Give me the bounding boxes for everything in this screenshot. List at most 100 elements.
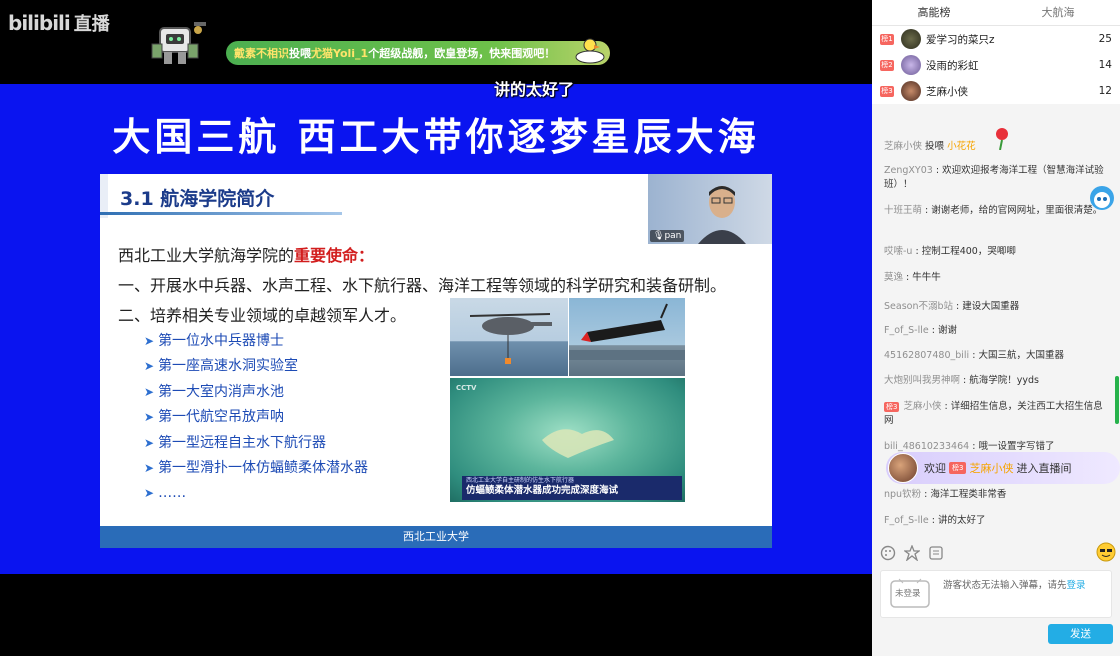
rank-badge: 榜3 (880, 85, 894, 97)
mascot-icon (1090, 186, 1114, 210)
chat-text: 牛牛牛 (912, 272, 941, 283)
chat-text: 哦一设置字写错了 (978, 441, 1055, 452)
chat-user[interactable]: ZengXY03 (884, 165, 933, 176)
chat-user[interactable]: 大炮别叫我男神啊 (884, 375, 960, 386)
chat-toolbar (872, 538, 1120, 568)
chat-user[interactable]: 莫逸 (884, 272, 903, 283)
list-item-text: 第一型滑扑一体仿蝠鲼柔体潜水器 (158, 459, 369, 476)
list-item-text: …… (158, 485, 187, 502)
side-panel: 高能榜 大航海 榜1 爱学习的菜只z 25 榜2 没雨的彩虹 14 榜3 芝麻小… (872, 0, 1120, 656)
chat-scrollbar[interactable] (1115, 376, 1119, 424)
chat-message: npu钦粉 : 海洋工程类非常香 (884, 489, 1007, 500)
chat-message: F_of_S-lle : 讲的太好了 (884, 515, 986, 526)
settings-list-icon[interactable] (926, 543, 946, 563)
chat-user[interactable]: npu钦粉 (884, 489, 921, 500)
live-room: bilibili 直播 戴素不相识 投喂 尤猫Yoli_1 个超级战舰，欧皇登场，快来围… (0, 0, 1120, 656)
chat-message: 大炮别叫我男神啊 : 航海学院！yyds (884, 375, 1039, 386)
emoji-icon[interactable] (1096, 542, 1116, 566)
list-item: ➤ 第一位水中兵器博士 (144, 329, 368, 354)
gift-text: 个超级战舰，欧皇登场，快来围观吧！ (368, 47, 556, 60)
tab-high-energy[interactable]: 高能榜 (872, 0, 996, 25)
slide-footer: 西北工业大学 (100, 526, 772, 548)
rank-name: 爱学习的菜只z (926, 33, 995, 46)
tv-logo: CCTV (456, 384, 477, 392)
list-item-text: 第一大室内消声水池 (158, 383, 285, 400)
chat-user[interactable]: 芝麻小侠 (884, 141, 922, 152)
chat-user[interactable]: 哎嗦-u (884, 246, 912, 257)
login-link[interactable]: 登录 (1067, 580, 1086, 591)
rank-name: 没雨的彩虹 (926, 59, 979, 72)
chat-text: 控制工程400，哭唧唧 (921, 246, 1016, 257)
rank-tabs: 高能榜 大航海 (872, 0, 1120, 26)
rank-row[interactable]: 榜2 没雨的彩虹 14 (872, 52, 1120, 78)
torpedo-icon (569, 303, 685, 360)
gift-name: 小花花 (947, 141, 976, 152)
chat-message: F_of_S-lle : 谢谢 (884, 325, 957, 336)
arrow-bullet-icon: ➤ (144, 410, 155, 425)
tab-guard[interactable]: 大航海 (996, 0, 1120, 25)
not-logged-in-badge[interactable]: 未登录 (885, 577, 935, 613)
arrow-bullet-icon: ➤ (144, 359, 155, 374)
rank-score: 12 (1098, 85, 1112, 97)
chat-text: 投喂 (925, 141, 945, 152)
chat-user[interactable]: F_of_S-lle (884, 515, 929, 526)
chat-text: 谢谢 (937, 325, 957, 336)
gift-banner-bar[interactable]: 戴素不相识 投喂 尤猫Yoli_1 个超级战舰，欧皇登场，快来围观吧！ (226, 38, 610, 65)
section-underline (100, 212, 342, 215)
chat-list[interactable]: 芝麻小侠 投喂 小花花 ZengXY03 : 欢迎欢迎报考海洋工程（智慧海洋试验… (872, 104, 1120, 538)
rank-list: 榜1 爱学习的菜只z 25 榜2 没雨的彩虹 14 榜3 芝麻小侠 12 (872, 26, 1120, 104)
news-headline: 仿蝠鲼柔体潜水器成功完成深度海试 (466, 485, 619, 496)
chat-user[interactable]: 十班王萌 (884, 205, 922, 216)
palette-icon[interactable] (878, 543, 898, 563)
send-button[interactable]: 发送 (1048, 624, 1113, 644)
arrow-bullet-icon: ➤ (144, 486, 155, 501)
gift-broadcast-banner: 戴素不相识 投喂 尤猫Yoli_1 个超级战舰，欧皇登场，快来围观吧！ (148, 14, 612, 68)
camera-name-tag: 🎙pan (650, 230, 685, 242)
avatar (901, 29, 921, 49)
welcome-user[interactable]: 芝麻小侠 (969, 460, 1013, 476)
rank-badge: 榜2 (880, 59, 894, 71)
chat-user[interactable]: bili_48610233464 (884, 441, 969, 452)
gift-effect-icon[interactable] (902, 543, 922, 563)
chat-message: 莫逸 : 牛牛牛 (884, 272, 941, 283)
arrow-bullet-icon: ➤ (144, 460, 155, 475)
rank-row[interactable]: 榜1 爱学习的菜只z 25 (872, 26, 1120, 52)
chat-text: 海洋工程类非常香 (930, 489, 1007, 500)
gift-target: 尤猫Yoli_1 (311, 47, 369, 60)
input-hint-text: 游客状态无法输入弹幕，请先 (943, 580, 1067, 591)
arrow-bullet-icon: ➤ (144, 334, 155, 348)
chat-user[interactable]: Season不溺b站 (884, 301, 953, 312)
list-item: ➤ 第一型滑扑一体仿蝠鲼柔体潜水器 (144, 456, 368, 481)
welcome-banner: 欢迎 榜3 芝麻小侠 进入直播间 (886, 452, 1120, 484)
chat-message: 芝麻小侠 投喂 小花花 (884, 128, 1106, 154)
rank-score: 25 (1098, 33, 1112, 45)
chat-message: ZengXY03 : 欢迎欢迎报考海洋工程（智慧海洋试验班）！ (884, 165, 1104, 190)
chat-user[interactable]: F_of_S-lle (884, 325, 929, 336)
helicopter-icon (469, 313, 552, 364)
chat-text: 大国三航，大国重器 (978, 350, 1064, 361)
helicopter-photo (450, 298, 568, 376)
chat-text: 建设大国重器 (962, 301, 1020, 312)
chat-user[interactable]: 芝麻小侠 (903, 401, 941, 412)
list-item: ➤ 第一大室内消声水池 (144, 380, 368, 405)
presenter-avatar (698, 186, 746, 244)
presenter-camera: 🎙pan (648, 174, 772, 244)
underwater-robot-photo: CCTV 西北工业大学自主研制的仿生水下航行器 仿蝠鲼柔体潜水器成功完成深度海试 (450, 378, 685, 502)
danmaku-input[interactable]: 未登录 游客状态无法输入弹幕，请先登录 (880, 570, 1112, 618)
welcome-suffix: 进入直播间 (1016, 462, 1072, 475)
video-player[interactable]: bilibili 直播 戴素不相识 投喂 尤猫Yoli_1 个超级战舰，欧皇登场，快来围… (0, 0, 872, 656)
list-item-text: 第一位水中兵器博士 (158, 333, 285, 349)
arrow-bullet-icon: ➤ (144, 384, 155, 399)
rose-icon (996, 128, 1008, 150)
logo-text: bilibili (8, 11, 71, 35)
rank-row[interactable]: 榜3 芝麻小侠 12 (872, 78, 1120, 104)
list-item: ➤ 第一代航空吊放声呐 (144, 405, 368, 430)
logo-live-text: 直播 (73, 14, 110, 35)
chat-user[interactable]: 45162807480_bili (884, 350, 969, 361)
bilibili-live-logo: bilibili 直播 (8, 10, 110, 36)
rank-badge: 榜3 (884, 402, 900, 412)
news-ticker: 西北工业大学自主研制的仿生水下航行器 仿蝠鲼柔体潜水器成功完成深度海试 (462, 476, 682, 500)
camera-name: pan (664, 231, 682, 241)
news-top-text: 西北工业大学自主研制的仿生水下航行器 (466, 477, 575, 484)
list-item-text: 第一代航空吊放声呐 (158, 409, 285, 426)
